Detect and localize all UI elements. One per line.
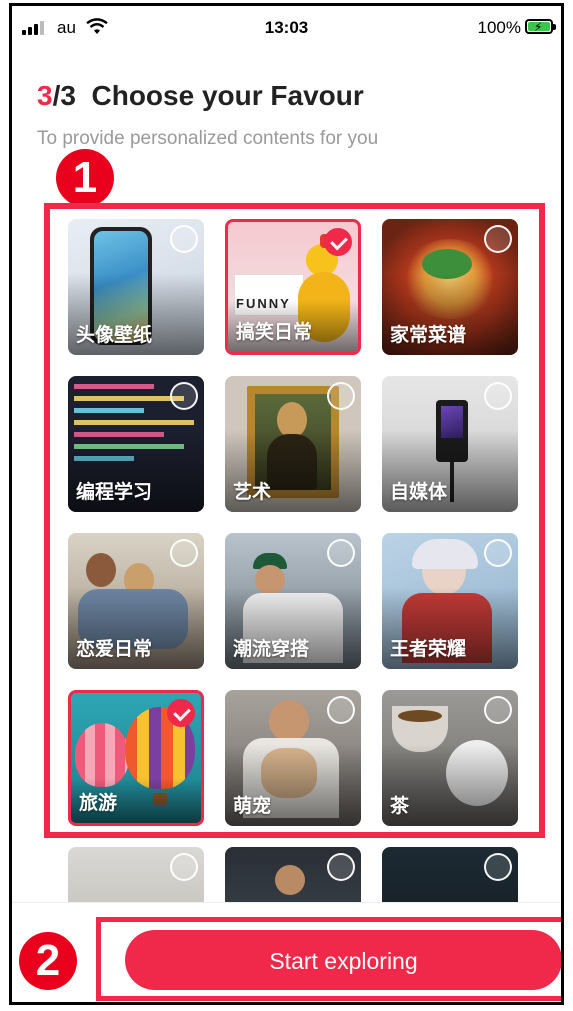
battery-percent: 100%: [477, 18, 521, 37]
unchecked-circle-icon[interactable]: [484, 696, 512, 724]
unchecked-circle-icon[interactable]: [484, 382, 512, 410]
tile-label: 家常菜谱: [390, 324, 467, 346]
battery-icon: ⚡: [525, 19, 556, 34]
interest-tile-funny-daily[interactable]: FUNNY 搞笑日常: [225, 219, 361, 355]
unchecked-circle-icon[interactable]: [327, 382, 355, 410]
tile-label: 旅游: [79, 792, 118, 814]
interest-tile-avatar-wallpaper[interactable]: 头像壁纸: [68, 219, 204, 355]
interest-tile-honor-of-kings[interactable]: 王者荣耀: [382, 533, 518, 669]
checked-circle-icon[interactable]: [324, 228, 352, 256]
unchecked-circle-icon[interactable]: [170, 539, 198, 567]
title-text: Choose your Favour: [91, 80, 364, 111]
tile-label: 编程学习: [76, 481, 153, 503]
interest-tile-travel[interactable]: 旅游: [68, 690, 204, 826]
checked-circle-icon[interactable]: [167, 699, 195, 727]
tile-label: 萌宠: [233, 795, 272, 817]
start-exploring-button[interactable]: Start exploring: [125, 930, 561, 990]
tile-label: 艺术: [233, 481, 272, 503]
interest-tile-self-media[interactable]: 自媒体: [382, 376, 518, 512]
tile-label: 潮流穿搭: [233, 638, 310, 660]
page-subtitle: To provide personalized contents for you: [37, 128, 379, 149]
tile-label: 恋爱日常: [76, 638, 153, 660]
tile-label: 茶: [390, 795, 410, 817]
unchecked-circle-icon[interactable]: [327, 539, 355, 567]
annotation-marker-1: 1: [56, 149, 114, 207]
annotation-marker-2: 2: [19, 932, 77, 990]
unchecked-circle-icon[interactable]: [484, 853, 512, 881]
interest-tile-art[interactable]: 艺术: [225, 376, 361, 512]
tile-label: 搞笑日常: [236, 321, 313, 343]
interest-tile-tea[interactable]: 茶: [382, 690, 518, 826]
phone-screen: au 13:03 100% ⚡ 3/3 Choose your Favour T…: [9, 3, 564, 1005]
unchecked-circle-icon[interactable]: [327, 853, 355, 881]
unchecked-circle-icon[interactable]: [170, 225, 198, 253]
interest-tile-home-recipes[interactable]: 家常菜谱: [382, 219, 518, 355]
tile-label: 王者荣耀: [390, 638, 467, 660]
tile-label: 自媒体: [390, 481, 448, 503]
unchecked-circle-icon[interactable]: [170, 382, 198, 410]
unchecked-circle-icon[interactable]: [327, 696, 355, 724]
unchecked-circle-icon[interactable]: [484, 225, 512, 253]
interest-tile-love-daily[interactable]: 恋爱日常: [68, 533, 204, 669]
interest-tile-pets[interactable]: 萌宠: [225, 690, 361, 826]
interest-tile-coding[interactable]: 编程学习: [68, 376, 204, 512]
interest-tile-fashion[interactable]: 潮流穿搭: [225, 533, 361, 669]
step-total: /3: [52, 80, 76, 111]
step-current: 3: [37, 80, 53, 111]
tile-label: 头像壁纸: [76, 324, 153, 346]
unchecked-circle-icon[interactable]: [170, 853, 198, 881]
status-bar: au 13:03 100% ⚡: [12, 6, 561, 50]
page-title: 3/3 Choose your Favour: [37, 80, 364, 112]
unchecked-circle-icon[interactable]: [484, 539, 512, 567]
